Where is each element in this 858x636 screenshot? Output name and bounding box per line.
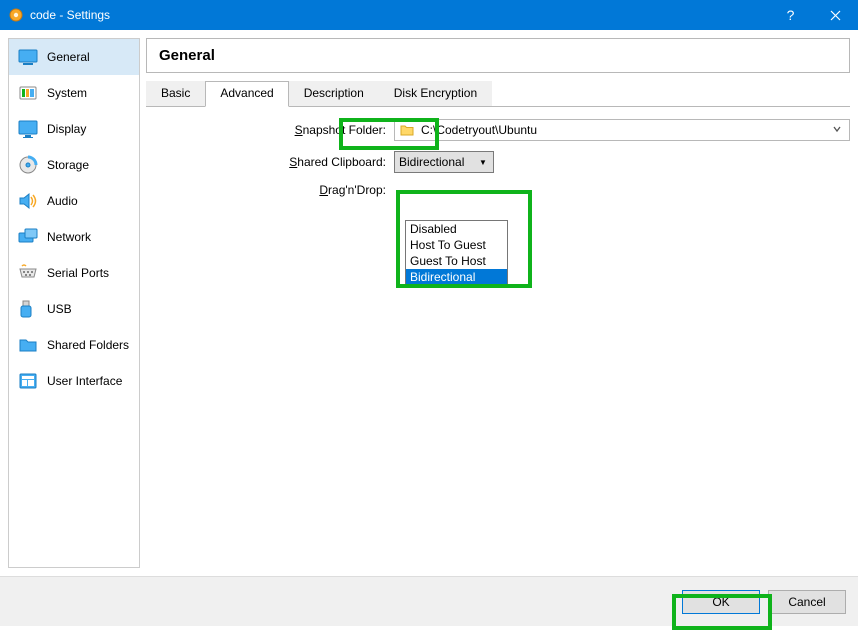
general-icon	[17, 46, 39, 68]
sidebar-item-label: USB	[47, 302, 72, 316]
sidebar-item-label: Serial Ports	[47, 266, 109, 280]
dropdown-arrow-icon: ▼	[477, 158, 489, 167]
window-title: code - Settings	[30, 8, 768, 22]
ok-button[interactable]: OK	[682, 590, 760, 614]
snapshot-folder-input[interactable]: C:\Codetryout\Ubuntu	[394, 119, 850, 141]
clipboard-dropdown: Disabled Host To Guest Guest To Host Bid…	[405, 220, 508, 286]
sidebar-item-general[interactable]: General	[9, 39, 139, 75]
snapshot-folder-row: Snapshot Folder: C:\Codetryout\Ubuntu	[146, 119, 850, 141]
clipboard-option-guest-to-host[interactable]: Guest To Host	[406, 253, 507, 269]
tab-disk-encryption[interactable]: Disk Encryption	[379, 81, 492, 106]
sidebar-item-label: General	[47, 50, 90, 64]
shared-clipboard-label: Shared Clipboard:	[146, 155, 394, 169]
button-bar: OK Cancel	[0, 576, 858, 626]
sidebar-item-audio[interactable]: Audio	[9, 183, 139, 219]
serial-icon	[17, 262, 39, 284]
clipboard-option-disabled[interactable]: Disabled	[406, 221, 507, 237]
sidebar-item-display[interactable]: Display	[9, 111, 139, 147]
sidebar-item-label: Shared Folders	[47, 338, 129, 352]
shared-clipboard-row: Shared Clipboard: Bidirectional ▼	[146, 151, 850, 173]
audio-icon	[17, 190, 39, 212]
storage-icon	[17, 154, 39, 176]
sidebar-item-storage[interactable]: Storage	[9, 147, 139, 183]
sidebar-item-label: Display	[47, 122, 86, 136]
clipboard-option-bidirectional[interactable]: Bidirectional	[406, 269, 507, 285]
clipboard-option-host-to-guest[interactable]: Host To Guest	[406, 237, 507, 253]
drag-drop-row: Drag'n'Drop:	[146, 183, 850, 197]
page-title: General	[146, 38, 850, 73]
drag-drop-label: Drag'n'Drop:	[146, 183, 394, 197]
sidebar-item-serial-ports[interactable]: Serial Ports	[9, 255, 139, 291]
sidebar-item-label: Storage	[47, 158, 89, 172]
tab-description[interactable]: Description	[289, 81, 379, 106]
shared-clipboard-combo[interactable]: Bidirectional ▼	[394, 151, 494, 173]
sidebar-item-system[interactable]: System	[9, 75, 139, 111]
system-icon	[17, 82, 39, 104]
cancel-button[interactable]: Cancel	[768, 590, 846, 614]
main-panel: General Basic Advanced Description Disk …	[146, 38, 850, 568]
chevron-down-icon[interactable]	[829, 123, 845, 137]
display-icon	[17, 118, 39, 140]
snapshot-folder-value: C:\Codetryout\Ubuntu	[421, 123, 823, 137]
window-body: General System Display Storage Audio	[0, 30, 858, 576]
sidebar-item-label: System	[47, 86, 87, 100]
sidebar: General System Display Storage Audio	[8, 38, 140, 568]
help-button[interactable]: ?	[768, 0, 813, 30]
tab-row: Basic Advanced Description Disk Encrypti…	[146, 81, 850, 107]
ui-icon	[17, 370, 39, 392]
sidebar-item-network[interactable]: Network	[9, 219, 139, 255]
snapshot-folder-label: Snapshot Folder:	[146, 123, 394, 137]
sidebar-item-usb[interactable]: USB	[9, 291, 139, 327]
content-area: Snapshot Folder: C:\Codetryout\Ubuntu Sh…	[146, 107, 850, 568]
network-icon	[17, 226, 39, 248]
tab-basic[interactable]: Basic	[146, 81, 205, 106]
app-gear-icon	[8, 7, 24, 23]
shared-clipboard-value: Bidirectional	[399, 155, 477, 169]
sidebar-item-user-interface[interactable]: User Interface	[9, 363, 139, 399]
sidebar-item-shared-folders[interactable]: Shared Folders	[9, 327, 139, 363]
titlebar: code - Settings ?	[0, 0, 858, 30]
tab-advanced[interactable]: Advanced	[205, 81, 288, 107]
window-controls: ?	[768, 0, 858, 30]
folder-icon	[17, 334, 39, 356]
usb-icon	[17, 298, 39, 320]
sidebar-item-label: Audio	[47, 194, 78, 208]
close-button[interactable]	[813, 0, 858, 30]
sidebar-item-label: Network	[47, 230, 91, 244]
sidebar-item-label: User Interface	[47, 374, 122, 388]
folder-yellow-icon	[399, 122, 415, 138]
